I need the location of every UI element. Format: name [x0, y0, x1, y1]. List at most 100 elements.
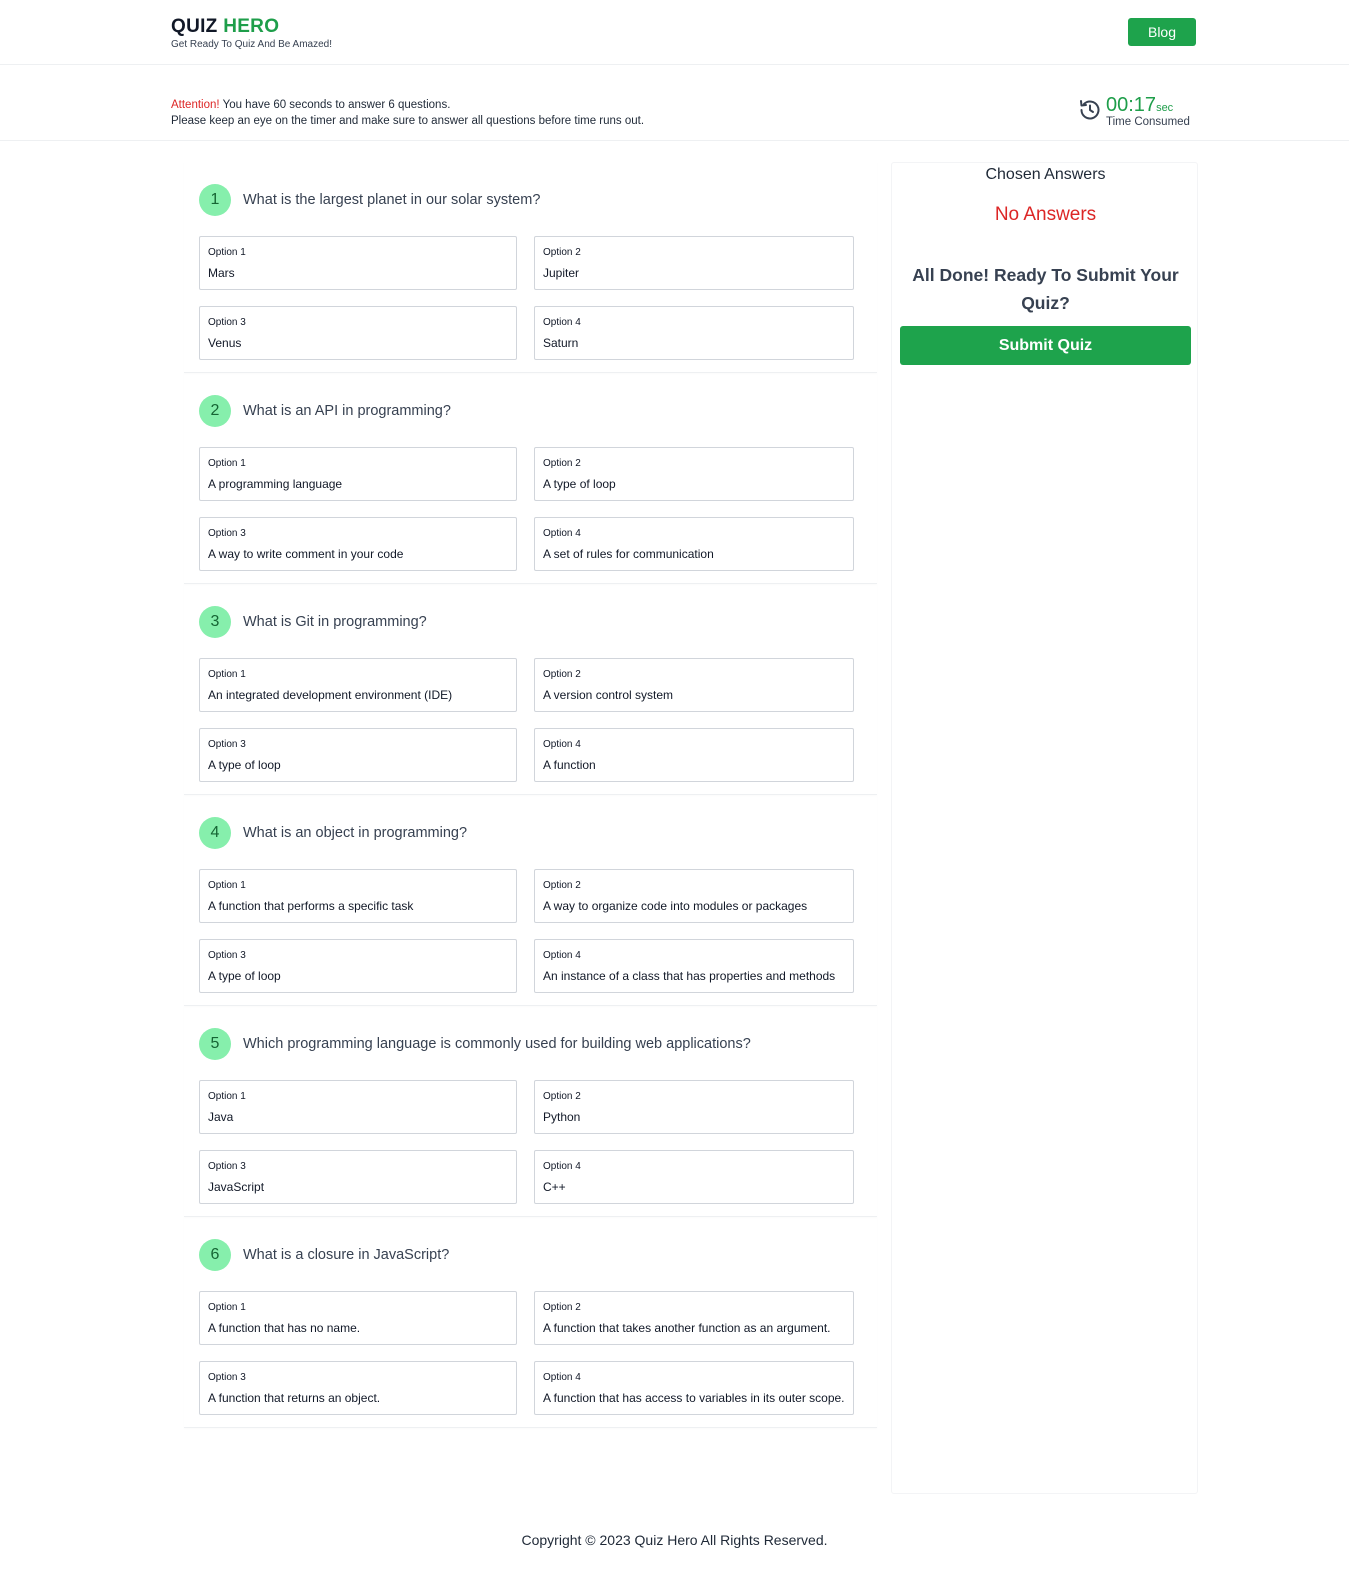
answer-option[interactable]: Option 2 A version control system: [534, 658, 854, 712]
question-number-badge: 6: [199, 1239, 231, 1271]
timer-label: Time Consumed: [1106, 116, 1190, 128]
site-header: QUIZ HERO Get Ready To Quiz And Be Amaze…: [0, 0, 1349, 65]
logo-title: QUIZ HERO: [171, 16, 332, 38]
question-card: 6 What is a closure in JavaScript? Option …: [184, 1217, 877, 1428]
blog-button[interactable]: Blog: [1128, 18, 1196, 46]
option-text: Mars: [208, 266, 235, 280]
question-text: What is an object in programming?: [243, 825, 468, 841]
question-header: 2 What is an API in programming?: [199, 395, 862, 427]
question-number-badge: 2: [199, 395, 231, 427]
notice-line-1: You have 60 seconds to answer 6 question…: [219, 99, 451, 111]
answer-option[interactable]: Option 3 A type of loop: [199, 939, 517, 993]
question-card: 4 What is an object in programming? Option…: [184, 795, 877, 1006]
history-clock-icon: [1080, 100, 1100, 120]
answer-option[interactable]: Option 1 Mars: [199, 236, 517, 290]
answer-option[interactable]: Option 4 Saturn: [534, 306, 854, 360]
question-text: What is an API in programming?: [243, 403, 451, 419]
answer-option[interactable]: Option 4 A function that has access to va…: [534, 1361, 854, 1415]
notice-bar: Attention! You have 60 seconds to answer…: [0, 65, 1349, 141]
answer-option[interactable]: Option 1 An integrated development enviro…: [199, 658, 517, 712]
option-text: A way to write comment in your code: [208, 547, 404, 561]
answer-option[interactable]: Option 4 A set of rules for communication: [534, 517, 854, 571]
logo[interactable]: QUIZ HERO Get Ready To Quiz And Be Amaze…: [171, 16, 332, 50]
question-number-badge: 1: [199, 184, 231, 216]
option-label: Option 2: [543, 458, 581, 469]
timer-digits: 00:17: [1106, 94, 1157, 116]
answer-option[interactable]: Option 2 A type of loop: [534, 447, 854, 501]
answer-option[interactable]: Option 1 A function that performs a speci…: [199, 869, 517, 923]
answer-option[interactable]: Option 3 A type of loop: [199, 728, 517, 782]
option-text: A function that has access to variables …: [543, 1391, 845, 1405]
option-label: Option 3: [208, 1161, 246, 1172]
option-label: Option 2: [543, 669, 581, 680]
question-text: What is Git in programming?: [243, 614, 427, 630]
option-text: A function that has no name.: [208, 1321, 361, 1335]
answer-option[interactable]: Option 2 Python: [534, 1080, 854, 1134]
option-label: Option 4: [543, 739, 581, 750]
question-header: 3 What is Git in programming?: [199, 606, 862, 638]
option-label: Option 4: [543, 317, 581, 328]
option-label: Option 1: [208, 880, 246, 891]
options-grid: Option 1A function that has no name. Opti…: [199, 1291, 862, 1415]
option-text: A function that takes another function a…: [543, 1321, 831, 1335]
option-label: Option 1: [208, 1091, 246, 1102]
question-card: 3 What is Git in programming? Option 1 An i…: [184, 584, 877, 795]
option-text: JavaScript: [208, 1180, 265, 1194]
notice-line-2: Please keep an eye on the timer and make…: [171, 115, 645, 127]
answer-option[interactable]: Option 3 Venus: [199, 306, 517, 360]
answer-option[interactable]: Option 1 Java: [199, 1080, 517, 1134]
option-text: A version control system: [543, 688, 674, 702]
option-text: Saturn: [543, 336, 579, 350]
submit-quiz-button[interactable]: Submit Quiz: [900, 326, 1191, 365]
option-text: Venus: [208, 336, 242, 350]
question-number-badge: 5: [199, 1028, 231, 1060]
option-label: Option 4: [543, 528, 581, 539]
option-label: Option 3: [208, 528, 246, 539]
option-label: Option 3: [208, 739, 246, 750]
option-text: A type of loop: [543, 477, 616, 491]
question-text: What is a closure in JavaScript?: [243, 1247, 450, 1263]
answer-option[interactable]: Option 4 A function: [534, 728, 854, 782]
answer-option[interactable]: Option 2 Jupiter: [534, 236, 854, 290]
question-text: What is the largest planet in our solar …: [243, 192, 541, 208]
chosen-answers-title: Chosen Answers: [985, 166, 1106, 183]
option-label: Option 2: [543, 880, 581, 891]
option-label: Option 3: [208, 1372, 246, 1383]
option-text: Python: [543, 1110, 581, 1124]
question-card: 1 What is the largest planet in our solar…: [184, 162, 877, 373]
answer-option[interactable]: Option 2 A way to organize code into modu…: [534, 869, 854, 923]
answer-option[interactable]: Option 3 JavaScript: [199, 1150, 517, 1204]
options-grid: Option 1 Mars Option 2 Jupiter Option 3 Venus…: [199, 236, 862, 360]
logo-tagline: Get Ready To Quiz And Be Amazed!: [171, 39, 333, 50]
option-text: Jupiter: [543, 266, 580, 280]
option-text: A way to organize code into modules or p…: [543, 899, 808, 913]
answer-option[interactable]: Option 1 A function that has no name.: [199, 1291, 517, 1345]
ready-to-submit-text: All Done! Ready To Submit Your Quiz?: [912, 265, 1179, 313]
option-text: A function that performs a specific task: [208, 899, 414, 913]
timer: 00:17sec Time Consumed: [1078, 94, 1198, 134]
logo-word-quiz: QUIZ: [171, 16, 218, 37]
question-number-badge: 3: [199, 606, 231, 638]
notice-text: Attention! You have 60 seconds to answer…: [171, 97, 644, 129]
options-grid: Option 1 An integrated development enviro…: [199, 658, 862, 782]
attention-label: Attention!: [171, 99, 220, 111]
answer-option[interactable]: Option 4 C++: [534, 1150, 854, 1204]
answer-option[interactable]: Option 2 A function that takes another fu…: [534, 1291, 854, 1345]
answer-option[interactable]: Option 3 A way to write comment in your c…: [199, 517, 517, 571]
option-text: A function that returns an object.: [208, 1391, 381, 1405]
option-label: Option 4: [543, 1161, 581, 1172]
answer-option[interactable]: Option 1 A programming language: [199, 447, 517, 501]
option-text: A type of loop: [208, 758, 281, 772]
option-label: Option 1: [208, 1302, 246, 1313]
footer-copyright: Copyright © 2023 Quiz Hero All Rights Re…: [521, 1532, 828, 1548]
option-label: Option 3: [208, 950, 246, 961]
question-card: 5 Which programming language is commonly …: [184, 1006, 877, 1217]
chosen-answers-panel: Chosen Answers No Answers All Done! Read…: [891, 162, 1198, 1494]
question-header: 1 What is the largest planet in our solar…: [199, 184, 862, 216]
answer-option[interactable]: Option 3 A function that returns an objec…: [199, 1361, 517, 1415]
answer-option[interactable]: Option 4 An instance of a class that has …: [534, 939, 854, 993]
question-header: 5 Which programming language is commonly …: [199, 1028, 862, 1060]
options-grid: Option 1 A function that performs a speci…: [199, 869, 862, 993]
no-answers-text: No Answers: [994, 204, 1097, 225]
option-label: Option 1: [208, 458, 246, 469]
